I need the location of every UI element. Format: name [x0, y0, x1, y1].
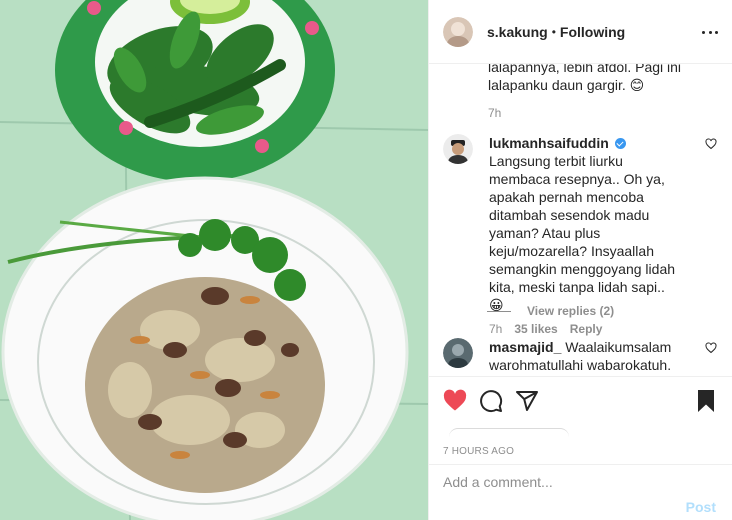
food-photo-illustration	[0, 0, 428, 520]
commenter-username[interactable]: masmajid_	[489, 339, 561, 355]
comment-like-heart-icon[interactable]	[705, 342, 717, 354]
comment-time[interactable]: 7h	[489, 322, 502, 336]
comment-likes[interactable]: 35 likes	[514, 322, 557, 336]
heart-filled-icon[interactable]	[443, 389, 467, 413]
replies-divider-line	[487, 310, 511, 312]
post-side-panel: s.kakung • Following lalapannya, lebih a…	[428, 0, 732, 520]
view-replies-label: View replies (2)	[527, 304, 615, 318]
comment-icon[interactable]	[479, 389, 503, 413]
smile-emoji-icon: 😊	[629, 77, 645, 93]
follow-status-button[interactable]: Following	[560, 24, 625, 40]
share-icon[interactable]	[515, 389, 539, 413]
author-avatar[interactable]	[443, 16, 473, 47]
more-horizontal-icon[interactable]	[702, 22, 718, 42]
commenter-username[interactable]: lukmanhsaifuddin	[489, 135, 609, 151]
add-comment-bar: Post	[429, 464, 732, 520]
post-comment-button[interactable]: Post	[686, 499, 716, 515]
add-comment-input[interactable]	[443, 471, 663, 493]
bookmark-filled-icon[interactable]	[694, 389, 718, 413]
comments-list: lalapannya, lebih afdol. Pagi ini lalapa…	[429, 64, 732, 376]
reply-button[interactable]: Reply	[570, 322, 603, 336]
comment-item: masmajid_ Waalaikumsalam warohmatullahi …	[443, 338, 719, 374]
commenter-avatar[interactable]	[443, 338, 473, 368]
comment-like-heart-icon[interactable]	[705, 138, 717, 150]
commenter-avatar[interactable]	[443, 134, 473, 164]
post-actions-bar	[429, 376, 732, 424]
comment-text: lalapannya, lebih afdol. Pagi ini lalapa…	[488, 64, 682, 93]
header-separator: •	[551, 24, 556, 39]
liked-by-row-partial	[443, 424, 719, 438]
view-replies-button[interactable]: View replies (2)	[487, 304, 614, 318]
previous-comment-partial: lalapannya, lebih afdol. Pagi ini lalapa…	[488, 64, 698, 120]
liked-by-avatars-partial	[449, 428, 569, 438]
post-header: s.kakung • Following	[429, 0, 732, 64]
verified-badge-icon	[614, 138, 626, 149]
author-username[interactable]: s.kakung	[487, 24, 548, 40]
comment-text: Langsung terbit liurku membaca resepnya.…	[489, 153, 676, 295]
post-photo	[0, 0, 428, 520]
post-timestamp[interactable]: 7 HOURS AGO	[443, 446, 514, 457]
comment-time[interactable]: 7h	[488, 106, 501, 120]
